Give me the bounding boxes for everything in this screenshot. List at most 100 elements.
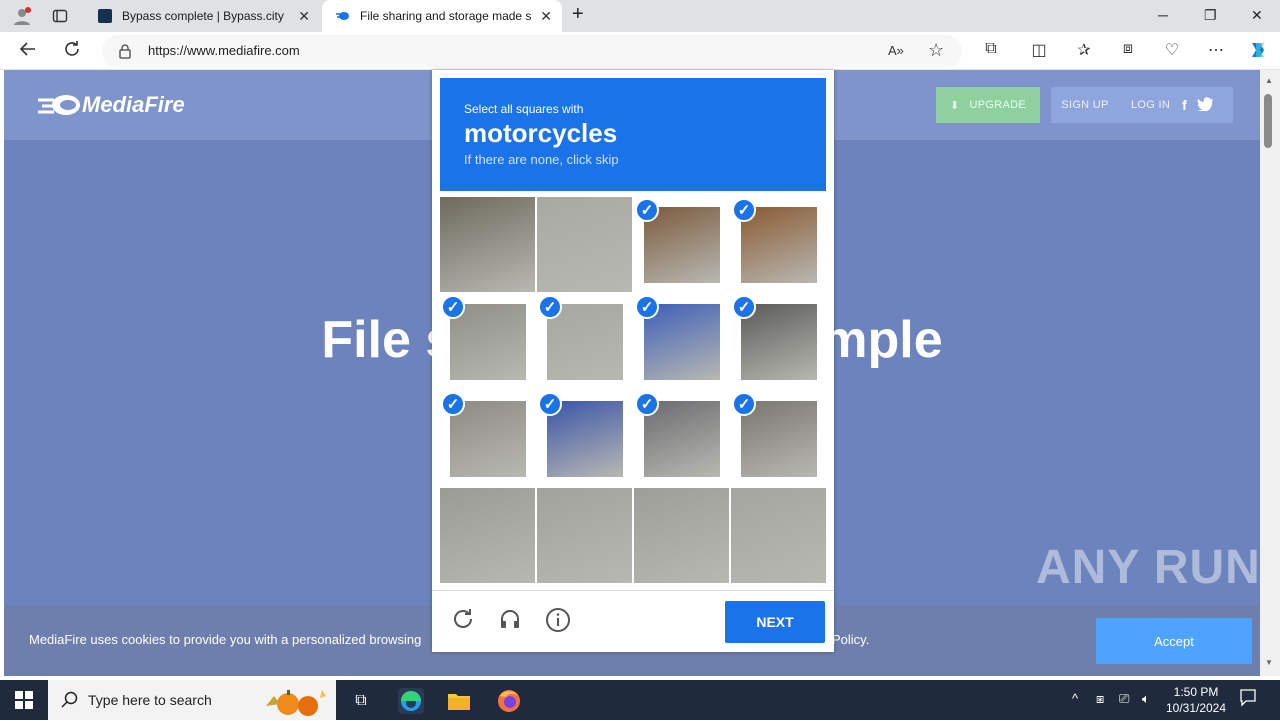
captcha-tile-image (537, 488, 632, 583)
upgrade-button[interactable]: ⬇ UPGRADE (936, 87, 1040, 123)
checkmark-icon: ✓ (635, 392, 659, 416)
captcha-target: motorcycles (464, 118, 618, 148)
checkmark-icon: ✓ (538, 392, 562, 416)
network-icon[interactable]: ⎚ (1119, 691, 1129, 707)
captcha-hint: If there are none, click skip (464, 152, 619, 167)
captcha-tile[interactable] (731, 488, 826, 583)
reload-icon[interactable] (449, 607, 477, 635)
login-button[interactable]: LOG IN (1131, 99, 1170, 111)
captcha-tile-image (634, 488, 729, 583)
signup-button[interactable]: SIGN UP (1051, 87, 1119, 123)
restore-button[interactable]: ❐ (1204, 7, 1217, 24)
checkmark-icon: ✓ (635, 295, 659, 319)
login-group: LOG IN f (1119, 87, 1233, 123)
captcha-tile[interactable] (634, 488, 729, 583)
mediafire-logo[interactable]: MediaFire (38, 90, 185, 120)
collections-icon[interactable]: ⧈ (1117, 40, 1139, 62)
captcha-tile-image (440, 197, 535, 292)
info-icon[interactable] (544, 607, 572, 635)
firefox-icon[interactable] (496, 688, 522, 714)
clock-time: 1:50 PM (1173, 685, 1219, 699)
browser-essentials-icon[interactable]: ♡ (1161, 40, 1183, 62)
taskbar-clock[interactable]: 1:50 PM 10/31/2024 (1160, 684, 1232, 716)
checkmark-icon: ✓ (732, 295, 756, 319)
window-close-button[interactable]: ✕ (1251, 7, 1263, 24)
favorite-star-icon[interactable]: ☆ (928, 40, 944, 61)
captcha-tile[interactable] (537, 197, 632, 292)
url-text: https://www.mediafire.com (148, 43, 300, 58)
taskbar: Type here to search ⧉ ^ ⧆ ⎚ 🔈︎ 1:50 PM 1… (0, 680, 1280, 720)
checkmark-icon: ✓ (635, 198, 659, 222)
captcha-tile[interactable]: ✓ (537, 391, 632, 486)
volume-icon[interactable]: 🔈︎ (1142, 691, 1150, 707)
anyrun-watermark: ANY RUN (1036, 541, 1261, 594)
edge-taskbar-icon[interactable] (398, 688, 424, 714)
notifications-icon[interactable] (1240, 689, 1256, 710)
captcha-header: Select all squares with motorcycles If t… (440, 78, 826, 191)
halloween-icon (260, 684, 332, 721)
minimize-button[interactable]: ─ (1158, 7, 1168, 23)
captcha-tile[interactable]: ✓ (731, 391, 826, 486)
tray-overflow-icon[interactable]: ^ (1072, 691, 1078, 706)
back-icon[interactable] (17, 40, 39, 62)
bypass-favicon-icon (98, 9, 112, 23)
audio-challenge-icon[interactable] (496, 607, 524, 635)
windows-icon (15, 691, 33, 709)
cookie-text: MediaFire uses cookies to provide you wi… (29, 632, 422, 647)
scroll-down-icon[interactable]: ▼ (1265, 658, 1273, 667)
tab-mediafire[interactable]: File sharing and storage made simple ✕ (322, 0, 562, 32)
captcha-tile-image (440, 488, 535, 583)
captcha-tile[interactable] (440, 488, 535, 583)
tab-actions-icon[interactable] (50, 6, 70, 26)
captcha-tile[interactable] (537, 488, 632, 583)
captcha-tile[interactable]: ✓ (731, 294, 826, 389)
captcha-instruction: Select all squares with (464, 102, 584, 116)
scrollbar-thumb[interactable] (1264, 94, 1272, 148)
copilot-icon[interactable] (1247, 40, 1269, 62)
scroll-up-icon[interactable]: ▲ (1265, 76, 1273, 85)
file-explorer-icon[interactable] (446, 688, 472, 714)
tab-bypass[interactable]: Bypass complete | Bypass.city ✕ (84, 0, 320, 32)
close-tab-icon[interactable]: ✕ (298, 8, 310, 25)
captcha-grid: ✓ ✓ ✓ ✓ ✓ ✓ ✓ ✓ ✓ ✓ (440, 197, 826, 583)
search-icon (61, 691, 79, 714)
captcha-tile[interactable]: ✓ (731, 197, 826, 292)
twitter-icon[interactable] (1197, 96, 1214, 114)
captcha-tile[interactable]: ✓ (537, 294, 632, 389)
taskbar-search[interactable]: Type here to search (48, 680, 336, 720)
checkmark-icon: ✓ (441, 392, 465, 416)
cookie-policy-link[interactable]: Policy. (832, 632, 869, 647)
captcha-tile[interactable]: ✓ (634, 391, 729, 486)
favorites-icon[interactable]: ✰ (1073, 40, 1095, 62)
captcha-footer: NEXT (432, 590, 834, 652)
read-aloud-icon[interactable]: A» (888, 43, 904, 58)
start-button[interactable] (0, 680, 48, 720)
facebook-icon[interactable]: f (1182, 97, 1187, 113)
task-view-icon[interactable]: ⧉ (348, 688, 374, 714)
mediafire-flame-icon (38, 95, 80, 115)
split-screen-icon[interactable]: ◫ (1028, 40, 1050, 62)
more-menu-icon[interactable]: ⋯ (1205, 40, 1227, 62)
accept-cookies-button[interactable]: Accept (1096, 618, 1252, 664)
address-bar[interactable]: https://www.mediafire.com A» ☆ (102, 35, 962, 67)
captcha-tile-image (537, 197, 632, 292)
captcha-tile-image (731, 488, 826, 583)
captcha-tile[interactable] (440, 197, 535, 292)
lock-icon[interactable] (118, 43, 132, 64)
captcha-tile[interactable]: ✓ (634, 294, 729, 389)
page-scrollbar[interactable]: ▲ ▼ (1260, 70, 1280, 676)
extensions-icon[interactable]: ⧉ (980, 40, 1002, 62)
profile-icon[interactable] (12, 6, 32, 26)
next-button[interactable]: NEXT (725, 601, 825, 643)
captcha-tile[interactable]: ✓ (440, 391, 535, 486)
close-tab-icon[interactable]: ✕ (540, 8, 552, 25)
captcha-tile[interactable]: ✓ (440, 294, 535, 389)
mediafire-favicon-icon (336, 9, 350, 23)
new-tab-button[interactable]: + (572, 3, 584, 26)
checkmark-icon: ✓ (732, 392, 756, 416)
checkmark-icon: ✓ (441, 295, 465, 319)
captcha-tile[interactable]: ✓ (634, 197, 729, 292)
tray-app-icon[interactable]: ⧆ (1096, 691, 1104, 707)
upgrade-label: UPGRADE (969, 99, 1027, 111)
refresh-icon[interactable] (61, 40, 83, 62)
